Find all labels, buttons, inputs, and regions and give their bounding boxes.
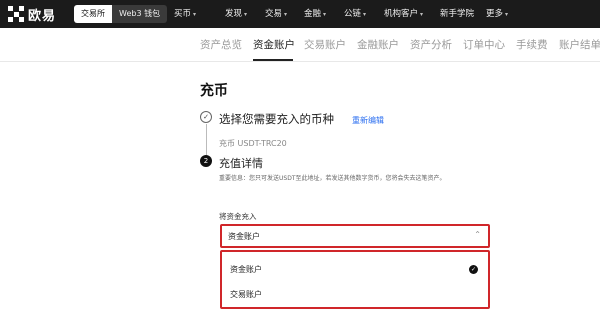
nav-trade[interactable]: 交易 ▾ (265, 0, 287, 28)
chevron-down-icon: ▾ (505, 11, 509, 18)
nav-institutional[interactable]: 机构客户 ▾ (384, 0, 423, 28)
selected-coin: 充币 USDT-TRC20 (219, 139, 287, 148)
chevron-down-icon: ▾ (363, 11, 367, 18)
assets-sub-nav: 资产总览 资金账户 交易账户 金融账户 资产分析 订单中心 手续费 账户结单 (0, 28, 600, 62)
selected-check-icon: ✓ (469, 265, 478, 274)
tab-trading-account[interactable]: 交易账户 (304, 37, 346, 52)
okx-logo[interactable]: 欧易 (8, 5, 57, 24)
step-connector (205, 124, 207, 155)
tab-finance-account[interactable]: 金融账户 (357, 37, 399, 52)
brand-name: 欧易 (28, 8, 57, 24)
okx-logo-icon (8, 6, 24, 22)
tab-account-statement[interactable]: 账户结单 (559, 37, 600, 52)
tab-assets-overview[interactable]: 资产总览 (200, 37, 242, 52)
nav-more[interactable]: 更多 ▾ (486, 0, 508, 28)
top-nav-bar: 欧易 交易所 Web3 钱包 买币 ▾ 发现 ▾ 交易 ▾ 金融 ▾ 公链 ▾ 机构客户 ▾… (0, 0, 600, 28)
nav-buy-crypto[interactable]: 买币 ▾ (174, 0, 196, 28)
exchange-tab[interactable]: 交易所 (74, 5, 112, 23)
deposit-account-select[interactable]: 资金账户 ⌃ (220, 224, 490, 248)
deposit-to-label: 将资金充入 (219, 212, 257, 221)
nav-discover[interactable]: 发现 ▾ (225, 0, 247, 28)
nav-finance[interactable]: 金融 ▾ (304, 0, 326, 28)
nav-academy[interactable]: 新手学院 (440, 0, 474, 28)
step2-title: 充值详情 (219, 157, 263, 170)
deposit-notice: 重要信息：您只可发送USDT至此地址，若发送其他数字货币，您将会失去这笔资产。 (219, 175, 446, 182)
check-icon: ✓ (200, 111, 212, 123)
select-value: 资金账户 (228, 232, 260, 241)
chevron-down-icon: ▾ (193, 11, 197, 18)
account-dropdown: 资金账户 ✓ 交易账户 (220, 250, 490, 309)
active-tab-indicator (253, 59, 293, 61)
chevron-down-icon: ▾ (244, 11, 248, 18)
page-title: 充币 (200, 83, 228, 99)
nav-public-chain[interactable]: 公链 ▾ (344, 0, 366, 28)
step2-number: 2 (200, 155, 212, 167)
platform-switch: 交易所 Web3 钱包 (74, 5, 168, 23)
option-trading-account[interactable]: 交易账户 (230, 289, 262, 300)
chevron-up-icon: ⌃ (474, 230, 481, 239)
chevron-down-icon: ▾ (323, 11, 327, 18)
web3-wallet-tab[interactable]: Web3 钱包 (112, 5, 168, 23)
chevron-down-icon: ▾ (420, 11, 424, 18)
step1-title: 选择您需要充入的币种 (219, 112, 334, 126)
reedit-link[interactable]: 重新编辑 (352, 115, 384, 126)
tab-order-center[interactable]: 订单中心 (463, 37, 505, 52)
option-funding-account[interactable]: 资金账户 (230, 264, 262, 275)
tab-fees[interactable]: 手续费 (516, 37, 548, 52)
tab-funding-account[interactable]: 资金账户 (253, 37, 295, 52)
chevron-down-icon: ▾ (284, 11, 288, 18)
tab-asset-analysis[interactable]: 资产分析 (410, 37, 452, 52)
